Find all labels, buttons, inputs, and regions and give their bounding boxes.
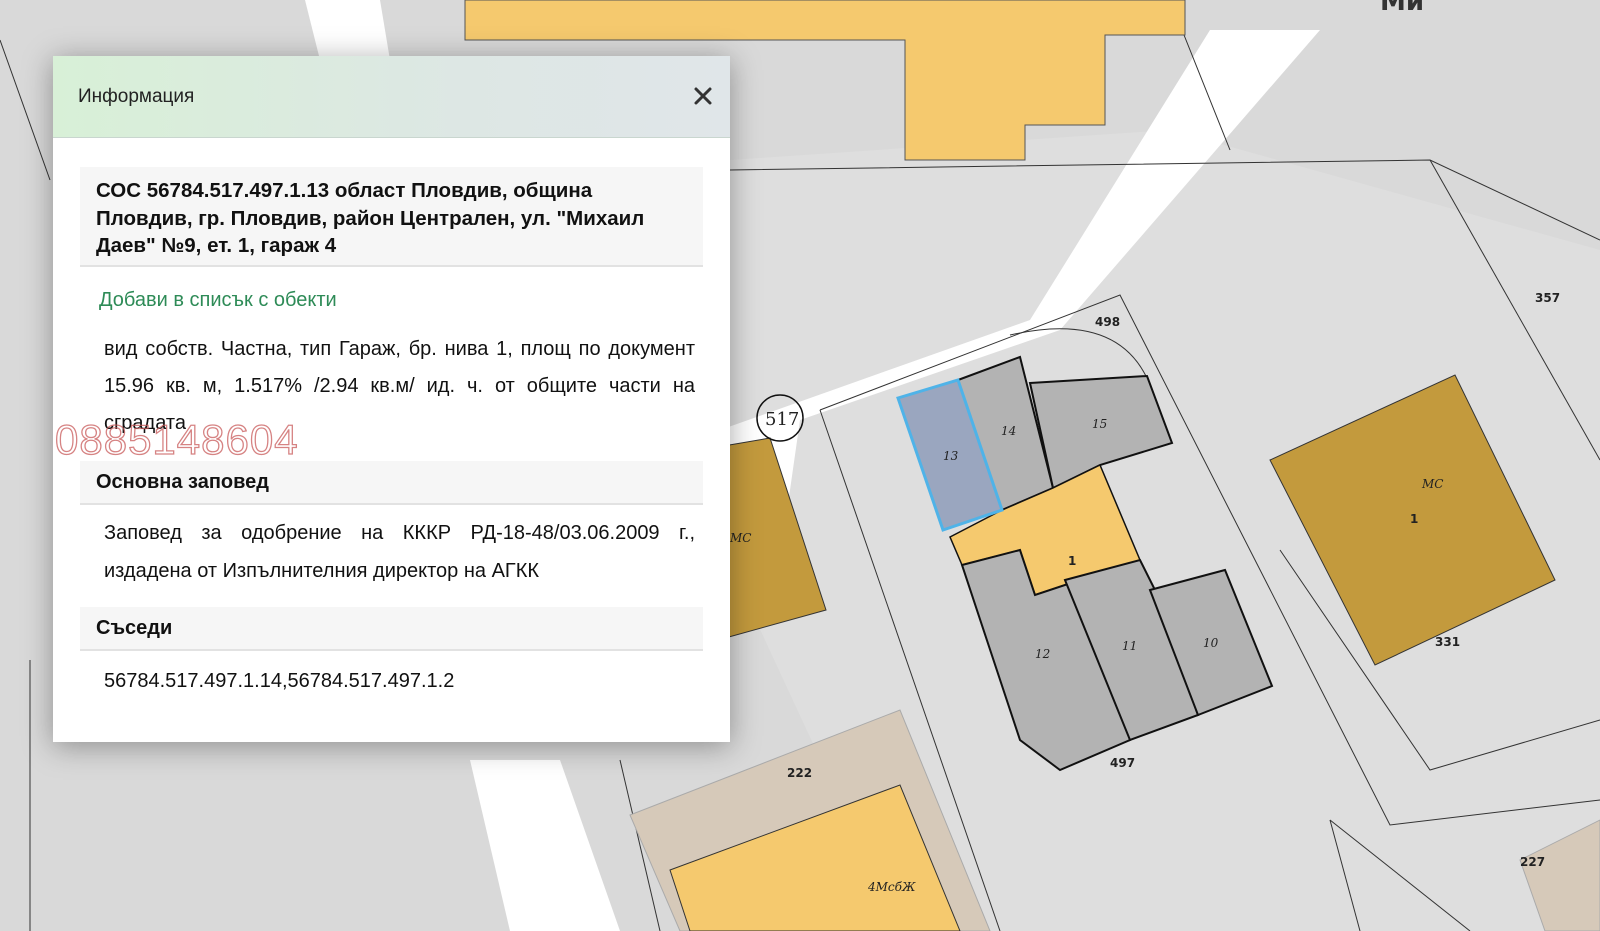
map-label-ms-right: МС [1421, 477, 1443, 491]
map-label-unit-13: 13 [943, 449, 959, 463]
map-label-222: 222 [787, 766, 812, 780]
add-to-object-list-link[interactable]: Добави в списък с обекти [99, 289, 337, 312]
map-label-street-top: Ми [1380, 0, 1424, 17]
map-label-517: 517 [765, 409, 799, 430]
panel-header: Информация [53, 56, 730, 138]
map-label-building-1: 1 [1068, 554, 1076, 568]
map-label-unit-15: 15 [1092, 417, 1107, 431]
map-label-331: 331 [1435, 635, 1460, 649]
map-label-357: 357 [1535, 291, 1560, 305]
section-heading-order: Основна заповед [80, 461, 703, 505]
map-label-unit-11: 11 [1122, 639, 1137, 653]
section-heading-neighbors: Съседи [80, 607, 703, 651]
map-label-498: 498 [1095, 315, 1120, 329]
map-label-227: 227 [1520, 855, 1545, 869]
map-label-unit-12: 12 [1035, 647, 1050, 661]
map-label-4msbzh: 4МсбЖ [867, 880, 916, 894]
object-title: СОС 56784.517.497.1.13 област Пловдив, о… [80, 167, 703, 267]
object-details: вид собств. Частна, тип Гараж, бр. нива … [104, 338, 695, 434]
info-panel: Информация СОС 56784.517.497.1.13 област… [53, 56, 730, 742]
panel-title: Информация [78, 86, 195, 107]
neighbors-list: 56784.517.497.1.14,56784.517.497.1.2 [104, 670, 455, 692]
close-button[interactable] [690, 82, 716, 110]
map-label-unit-10: 10 [1203, 636, 1219, 650]
street-left [305, 0, 390, 60]
map-label-ms-right-num: 1 [1410, 512, 1418, 526]
close-icon [694, 87, 712, 105]
order-text: Заповед за одобрение на КККР РД-18-48/03… [104, 522, 695, 582]
map-label-unit-14: 14 [1001, 424, 1016, 438]
map-label-ms-left: МС [729, 531, 751, 545]
map-label-497: 497 [1110, 756, 1135, 770]
